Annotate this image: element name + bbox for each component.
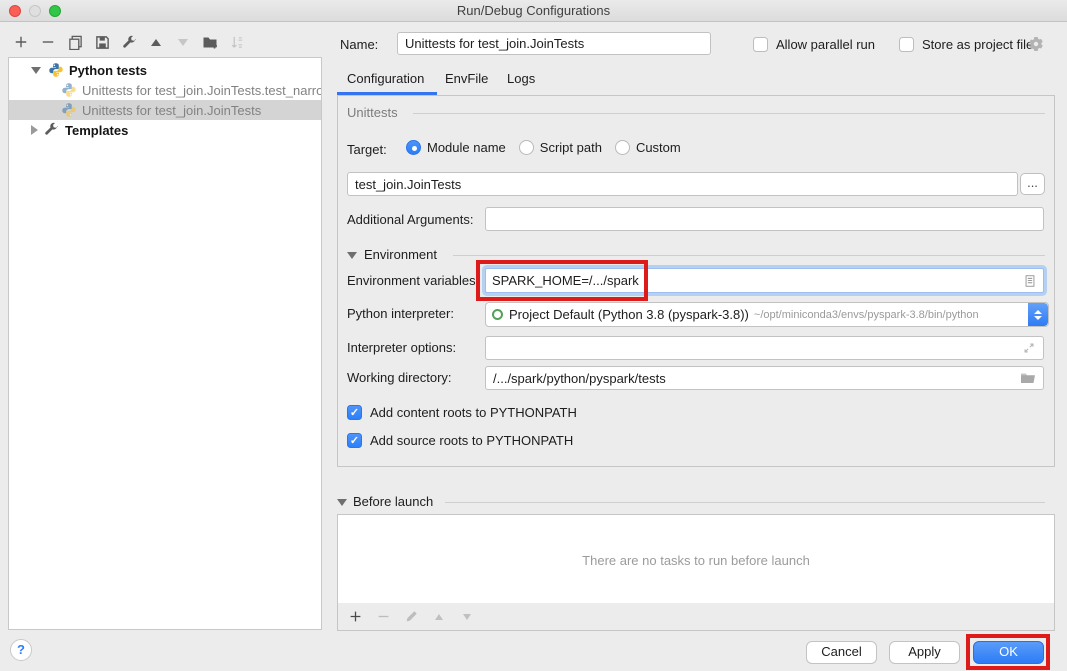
environment-variables-label: Environment variables: [347,273,479,288]
store-as-project-file-checkbox[interactable] [899,37,914,52]
add-configuration-icon[interactable] [13,34,29,50]
gear-icon[interactable] [1028,36,1044,52]
tree-item-label: Unittests for test_join.JoinTests.test_n… [82,83,321,98]
environment-variables-value: SPARK_HOME=/.../spark [492,273,1023,288]
radio-script-path[interactable]: Script path [519,140,602,155]
add-content-roots-row[interactable]: ✓ Add content roots to PYTHONPATH [347,405,577,420]
before-launch-title[interactable]: Before launch [353,494,433,509]
edit-variables-icon[interactable] [1023,274,1037,288]
configurations-tree: Python tests Unittests for test_join.Joi… [8,57,322,630]
templates-wrench-icon [44,122,60,138]
radio-label: Module name [427,140,506,155]
conda-environment-icon [492,309,503,320]
sort-configurations-icon [229,34,245,50]
python-tests-icon [48,62,64,78]
radio-module-name[interactable]: Module name [406,140,506,155]
tab-logs[interactable]: Logs [507,71,535,86]
dropdown-stepper-icon[interactable] [1028,303,1048,326]
before-launch-separator-line [445,502,1045,503]
radio-label: Custom [636,140,681,155]
python-interpreter-value: Project Default (Python 3.8 (pyspark-3.8… [509,307,749,322]
additional-arguments-input[interactable] [485,207,1044,231]
target-label: Target: [347,142,387,157]
name-label: Name: [340,37,378,52]
save-configuration-icon[interactable] [94,34,110,50]
help-button[interactable]: ? [10,639,32,661]
tree-item-python-tests[interactable]: Python tests [9,60,321,80]
title-bar: Run/Debug Configurations [0,0,1067,22]
environment-collapse-icon[interactable] [347,252,357,259]
target-module-input[interactable] [347,172,1018,196]
no-tasks-message: There are no tasks to run before launch [338,553,1054,568]
move-up-icon[interactable] [148,34,164,50]
store-as-project-file-label: Store as project file [922,37,1033,52]
chevron-collapsed-icon[interactable] [31,125,38,135]
radio-unselected-icon[interactable] [615,140,630,155]
tree-item-templates[interactable]: Templates [9,120,321,140]
unittests-group-title: Unittests [347,105,398,120]
apply-button[interactable]: Apply [889,641,960,664]
allow-parallel-run-checkbox[interactable] [753,37,768,52]
working-directory-label: Working directory: [347,370,452,385]
window-title: Run/Debug Configurations [0,3,1067,18]
python-interpreter-label: Python interpreter: [347,306,454,321]
python-interpreter-select[interactable]: Project Default (Python 3.8 (pyspark-3.8… [485,302,1049,327]
chevron-expanded-icon[interactable] [31,67,41,74]
target-radio-group: Module name Script path Custom [406,140,681,155]
configurations-toolbar [13,33,245,51]
radio-label: Script path [540,140,602,155]
new-folder-icon[interactable] [202,34,218,50]
configuration-panel: Unittests Target: Module name Script pat… [337,95,1055,467]
ok-button[interactable]: OK [973,641,1044,664]
before-launch-collapse-icon[interactable] [337,499,347,506]
add-content-roots-checkbox[interactable]: ✓ [347,405,362,420]
radio-custom[interactable]: Custom [615,140,681,155]
radio-selected-icon[interactable] [406,140,421,155]
working-directory-value: /.../spark/python/pyspark/tests [493,371,1020,386]
add-source-roots-label: Add source roots to PYTHONPATH [370,433,573,448]
expand-field-icon[interactable] [1022,341,1036,355]
additional-arguments-label: Additional Arguments: [347,212,473,227]
environment-separator-line [453,255,1045,256]
remove-task-icon [375,609,391,625]
move-down-icon [175,34,191,50]
tasks-toolbar [337,603,1055,631]
move-task-up-icon [431,609,447,625]
environment-section-title[interactable]: Environment [364,247,437,262]
interpreter-options-input[interactable] [485,336,1044,360]
tree-item-label: Templates [65,123,128,138]
cancel-button[interactable]: Cancel [806,641,877,664]
tab-envfile[interactable]: EnvFile [445,71,488,86]
python-test-icon [61,102,77,118]
tab-configuration[interactable]: Configuration [347,71,424,86]
group-separator-line [413,113,1045,114]
browse-button[interactable]: ... [1020,173,1045,195]
working-directory-input[interactable]: /.../spark/python/pyspark/tests [485,366,1044,390]
tree-item-label: Unittests for test_join.JoinTests [82,103,261,118]
tree-item-label: Python tests [69,63,147,78]
python-interpreter-path: ~/opt/miniconda3/envs/pyspark-3.8/bin/py… [754,309,979,321]
name-input[interactable] [397,32,711,55]
environment-variables-input[interactable]: SPARK_HOME=/.../spark [485,268,1044,293]
folder-icon[interactable] [1020,371,1036,385]
move-task-down-icon [459,609,475,625]
add-source-roots-checkbox[interactable]: ✓ [347,433,362,448]
add-content-roots-label: Add content roots to PYTHONPATH [370,405,577,420]
interpreter-options-label: Interpreter options: [347,340,456,355]
add-task-icon[interactable] [347,609,363,625]
before-launch-tasks-panel: There are no tasks to run before launch [337,514,1055,604]
radio-unselected-icon[interactable] [519,140,534,155]
tree-item-unittests-test-narrow[interactable]: Unittests for test_join.JoinTests.test_n… [9,80,321,100]
remove-configuration-icon[interactable] [40,34,56,50]
run-debug-configurations-dialog: Run/Debug Configurations [0,0,1067,671]
tree-item-unittests-jointests[interactable]: Unittests for test_join.JoinTests [9,100,321,120]
python-test-icon [61,82,77,98]
copy-configuration-icon[interactable] [67,34,83,50]
edit-templates-icon[interactable] [121,34,137,50]
allow-parallel-run-label: Allow parallel run [776,37,875,52]
add-source-roots-row[interactable]: ✓ Add source roots to PYTHONPATH [347,433,573,448]
edit-task-icon [403,609,419,625]
